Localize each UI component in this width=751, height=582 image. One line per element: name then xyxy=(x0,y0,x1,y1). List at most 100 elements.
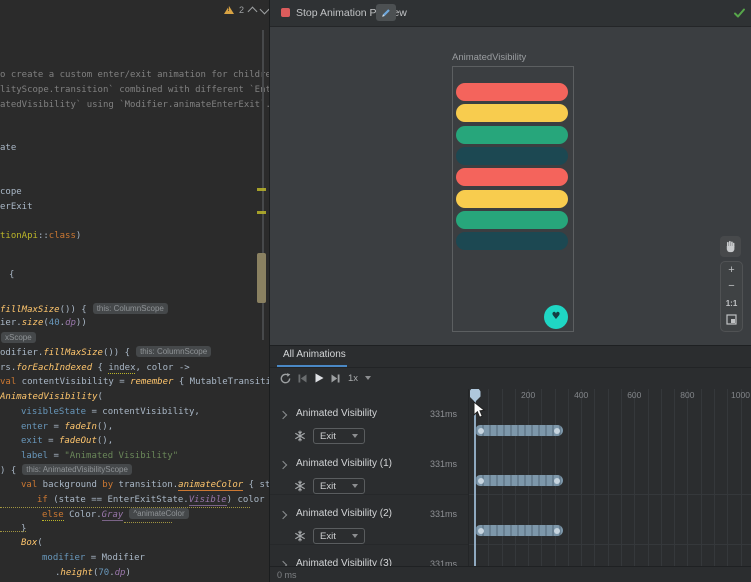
snowflake-icon xyxy=(294,530,306,542)
animation-duration: 331ms xyxy=(430,459,457,469)
pan-icon xyxy=(724,240,737,253)
gridline xyxy=(714,389,715,566)
code-token: fadeIn xyxy=(64,422,97,432)
code-token: ()) { xyxy=(103,348,130,358)
inspection-widget[interactable]: 2 xyxy=(224,3,268,17)
timeline-animation-bar[interactable] xyxy=(475,525,563,536)
preview-color-bar xyxy=(456,211,568,229)
code-editor[interactable]: o create a custom enter/exit animation f… xyxy=(0,0,269,582)
pan-tool-button[interactable] xyxy=(720,236,741,257)
code-line: } xyxy=(21,523,26,535)
code-token: Gray xyxy=(102,510,124,521)
code-token: rs. xyxy=(0,363,16,373)
state-value: Exit xyxy=(320,431,336,442)
code-line: Box( xyxy=(21,537,43,549)
gridline xyxy=(661,389,662,566)
zoom-controls: + − 1:1 xyxy=(720,261,743,332)
skip-to-start-button[interactable] xyxy=(295,371,309,385)
code-token: = xyxy=(48,451,64,461)
edit-icon xyxy=(380,7,392,19)
code-token: o create a custom enter/exit animation f… xyxy=(0,70,269,80)
code-token: atedVisibility` using `Modifier.animateE… xyxy=(0,100,269,110)
code-line: rs.forEachIndexed { index, color -> xyxy=(0,362,190,374)
state-value: Exit xyxy=(320,481,336,492)
code-line: modifier = Modifier xyxy=(42,552,145,564)
code-token: ) xyxy=(125,568,130,578)
chevron-down-icon[interactable] xyxy=(260,5,269,15)
code-token: background xyxy=(37,480,102,490)
state-dropdown[interactable]: Exit xyxy=(313,478,365,494)
code-token: AnimatedVisibility xyxy=(0,392,98,402)
code-token: dp xyxy=(65,318,76,328)
state-value: Exit xyxy=(320,531,336,542)
code-token: enter xyxy=(21,422,48,432)
freeze-button[interactable] xyxy=(293,429,307,443)
warning-count: 2 xyxy=(239,5,244,15)
code-line: atedVisibility` using `Modifier.animateE… xyxy=(0,99,269,111)
preview-toolbar: Stop Animation Preview xyxy=(270,0,751,27)
timeline-animation-bar[interactable] xyxy=(475,425,563,436)
stop-icon[interactable] xyxy=(281,8,290,17)
code-token: 40 xyxy=(49,318,60,328)
expand-chevron-icon[interactable] xyxy=(279,411,287,419)
scrollbar-warning-mark[interactable] xyxy=(257,188,266,191)
timeline-grid[interactable]: 2004006008001000 Animated Visibility331m… xyxy=(270,389,751,566)
scrollbar-warning-mark[interactable] xyxy=(257,211,266,214)
freeze-button[interactable] xyxy=(293,479,307,493)
expand-chevron-icon[interactable] xyxy=(279,511,287,519)
skip-to-end-button[interactable] xyxy=(328,371,342,385)
snowflake-icon xyxy=(294,430,306,442)
code-token: } xyxy=(21,524,26,534)
animation-row: Animated Visibility (3)331ms xyxy=(270,553,468,566)
gridline xyxy=(687,389,688,566)
fit-content-button[interactable] xyxy=(726,314,737,328)
preview-canvas[interactable]: AnimatedVisibility ♥ xyxy=(270,27,751,345)
expand-chevron-icon[interactable] xyxy=(279,461,287,469)
editor-scrollbar-thumb[interactable] xyxy=(257,253,266,303)
timeline-animation-bar[interactable] xyxy=(475,475,563,486)
chevron-up-icon[interactable] xyxy=(248,7,258,17)
inlay-hint: this: ColumnScope xyxy=(93,303,168,314)
inlay-hint: xScope xyxy=(1,332,36,343)
check-icon xyxy=(733,6,746,24)
gridline xyxy=(594,389,595,566)
code-token: ) { xyxy=(0,466,16,476)
code-token: forEachIndexed xyxy=(16,363,92,373)
code-token: ier. xyxy=(0,318,22,328)
edit-preview-button[interactable] xyxy=(376,4,396,21)
code-line: xScope xyxy=(0,332,36,345)
bar-start-dot xyxy=(478,428,484,434)
warning-underline xyxy=(0,530,26,532)
playback-speed-dropdown[interactable]: 1x xyxy=(348,373,371,384)
speed-value: 1x xyxy=(348,373,358,384)
loop-playback-button[interactable] xyxy=(278,371,292,385)
freeze-button[interactable] xyxy=(293,529,307,543)
code-token: = xyxy=(48,422,64,432)
code-token: = Modifier xyxy=(85,553,145,563)
animation-row: Animated Visibility (1)331msExit xyxy=(270,453,468,503)
inlay-hint: this: AnimatedVisibilityScope xyxy=(22,464,132,475)
footer-separator xyxy=(270,566,751,567)
animation-row: Animated Visibility331msExit xyxy=(270,403,468,453)
code-token: dp xyxy=(115,568,126,578)
preview-color-bar xyxy=(456,232,568,250)
state-dropdown[interactable]: Exit xyxy=(313,428,365,444)
code-line: ) { this: AnimatedVisibilityScope xyxy=(0,464,132,477)
snowflake-icon xyxy=(294,480,306,492)
inlay-hint: this: ColumnScope xyxy=(136,346,211,357)
mouse-cursor xyxy=(473,401,486,424)
code-token: fillMaxSize xyxy=(0,305,60,315)
tab-all-animations[interactable]: All Animations xyxy=(277,349,352,366)
bar-end-dot xyxy=(554,428,560,434)
state-dropdown[interactable]: Exit xyxy=(313,528,365,544)
fit-content-icon xyxy=(726,314,737,325)
code-token: index xyxy=(108,363,135,374)
code-line: odifier.fillMaxSize()) {this: ColumnScop… xyxy=(0,346,211,359)
warning-icon xyxy=(224,6,234,14)
zoom-in-button[interactable]: + xyxy=(728,265,734,276)
zoom-out-button[interactable]: − xyxy=(728,281,734,292)
bar-end-dot xyxy=(554,478,560,484)
preview-frame: ♥ xyxy=(452,66,574,332)
play-button[interactable] xyxy=(312,371,326,385)
actual-size-button[interactable]: 1:1 xyxy=(726,298,738,309)
